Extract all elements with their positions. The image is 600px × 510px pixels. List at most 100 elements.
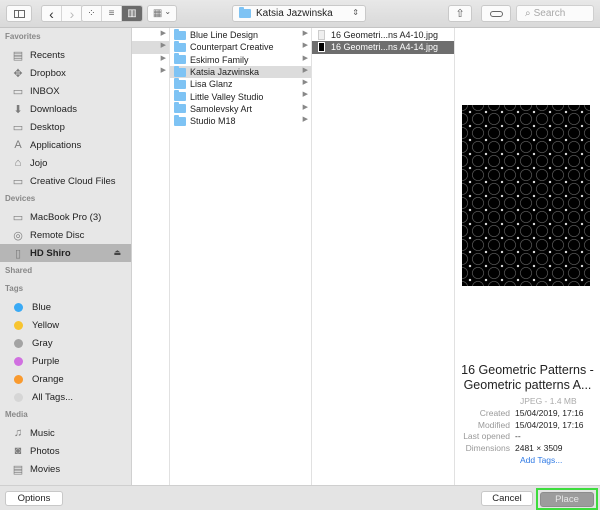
applications-icon: A (14, 139, 22, 151)
music-icon: ♫ (13, 427, 23, 439)
preview-title: 16 Geometric Patterns - Geometric patter… (461, 363, 594, 392)
list-view-button[interactable]: ≡ (102, 6, 122, 21)
nav-buttons: ‹ › (41, 5, 83, 22)
sidebar-item-applications[interactable]: A Applications (0, 136, 131, 154)
sidebar-item-music[interactable]: ♫ Music (0, 424, 131, 442)
camera-icon: ◙ (14, 445, 22, 457)
file-row[interactable]: 16 Geometri...ns A4-10.jpg (312, 29, 454, 41)
file-row[interactable]: 16 Geometri...ns A4-14.jpg (312, 41, 454, 54)
sidebar-item-remote-disc[interactable]: ◎ Remote Disc (0, 226, 131, 244)
sidebar-section-shared: Shared (5, 266, 33, 275)
sidebar-item-label: Orange (32, 373, 64, 385)
chevron-left-icon: ‹ (49, 5, 54, 22)
tag-icon (489, 10, 503, 17)
sidebar-item-label: INBOX (30, 85, 60, 97)
sidebar-section-favorites: Favorites (5, 32, 41, 41)
list-item[interactable]: ▶ (132, 66, 169, 78)
cancel-button[interactable]: Cancel (481, 491, 533, 506)
sidebar-item-yellow[interactable]: Yellow (0, 316, 131, 334)
path-popup[interactable]: Katsia Jazwinska ⇕ (232, 5, 366, 22)
sidebar-item-hd-shiro[interactable]: ▯ HD Shiro ⏏ (0, 244, 131, 262)
search-field[interactable]: ⌕ (516, 5, 594, 22)
list-item[interactable]: ▶ (132, 41, 169, 54)
tag-button[interactable] (481, 5, 511, 22)
column-folders: Blue Line Design ▶ Counterpart Creative ▶ Es… (170, 28, 312, 485)
column-view-icon: ▥ (127, 8, 137, 19)
column-files: 16 Geometri...ns A4-10.jpg 16 Geometri...… (312, 28, 455, 485)
sidebar-item-all-tags[interactable]: All Tags... (0, 388, 131, 406)
column-view-button[interactable]: ▥ (122, 6, 142, 21)
sidebar-item-label: MacBook Pro (3) (30, 211, 102, 223)
arrange-button[interactable]: ▦ ⌄ (147, 5, 177, 22)
sidebar-item-label: Creative Cloud Files (30, 175, 116, 187)
back-button[interactable]: ‹ (42, 6, 62, 21)
sidebar-item-dropbox[interactable]: ✥ Dropbox (0, 64, 131, 82)
metadata-row: Last opened -- (455, 431, 600, 443)
folder-name: Lisa Glanz (190, 79, 233, 90)
folder-row[interactable]: Little Valley Studio ▶ (170, 90, 311, 102)
folder-row[interactable]: Eskimo Family ▶ (170, 53, 311, 66)
toolbar: ‹ › ⁘ ≡ ▥ ▦ ⌄ Katsia Jazwinska ⇕ ⇧ ⌕ (0, 0, 600, 28)
sidebar-item-macbook-pro-3[interactable]: ▭ MacBook Pro (3) (0, 208, 131, 226)
icon-view-button[interactable]: ⁘ (82, 6, 102, 21)
sidebar-item-movies[interactable]: ▤ Movies (0, 460, 131, 478)
view-mode-segment: ⁘ ≡ ▥ (81, 5, 143, 22)
file-name: 16 Geometri...ns A4-14.jpg (331, 42, 439, 53)
sidebar-toggle-button[interactable] (6, 5, 32, 22)
sidebar-item-inbox[interactable]: ▭ INBOX (0, 82, 131, 100)
sidebar-item-jojo[interactable]: ⌂ Jojo (0, 154, 131, 172)
sidebar-item-orange[interactable]: Orange (0, 370, 131, 388)
eject-icon[interactable]: ⏏ (113, 248, 121, 257)
grid-icon: ▦ (152, 8, 163, 19)
folder-row[interactable]: Samolevsky Art ▶ (170, 102, 311, 115)
list-item[interactable]: ▶ (132, 29, 169, 41)
folder-name: Eskimo Family (190, 54, 249, 65)
sidebar-item-label: HD Shiro (30, 247, 71, 259)
disclosure-arrow-icon: ▶ (160, 30, 166, 37)
folder-row[interactable]: Blue Line Design ▶ (170, 28, 311, 41)
place-button[interactable]: Place (540, 491, 594, 507)
preview-metadata: Created 15/04/2019, 17:16 Modified 15/04/20… (455, 408, 600, 454)
folder-row[interactable]: Katsia Jazwinska ▶ (170, 65, 311, 79)
sidebar-item-label: Jojo (30, 157, 48, 169)
sidebar-item-recents[interactable]: ▤ Recents (0, 46, 131, 64)
folder-row[interactable]: Lisa Glanz ▶ (170, 77, 311, 90)
search-input[interactable] (533, 8, 584, 19)
share-button[interactable]: ⇧ (448, 5, 472, 22)
metadata-key: Created (479, 408, 510, 418)
sidebar-item-label: Remote Disc (30, 229, 85, 241)
folder-icon (174, 28, 186, 40)
add-tags-link[interactable]: Add Tags... (520, 455, 562, 465)
hard-drive-icon: ▯ (14, 247, 22, 260)
sidebar-item-label: Applications (30, 139, 82, 151)
forward-button[interactable]: › (62, 6, 82, 21)
folder-icon: ▭ (12, 175, 24, 188)
film-icon: ▤ (12, 463, 24, 476)
sidebar-item-creative-cloud-files[interactable]: ▭ Creative Cloud Files (0, 172, 131, 190)
sidebar-item-downloads[interactable]: ⬇ Downloads (0, 100, 131, 118)
disclosure-arrow-icon: ▶ (160, 54, 166, 62)
list-item[interactable]: ▶ (132, 54, 169, 66)
disc-icon: ◎ (13, 229, 23, 242)
metadata-value: 2481 × 3509 (515, 442, 563, 453)
tag-color-icon (14, 374, 23, 384)
list-view-icon: ≡ (108, 8, 115, 19)
sidebar-item-label: Recents (30, 49, 65, 61)
sidebar: Favorites ▤ Recents ✥ Dropbox ▭ INBOX ⬇ Download… (0, 28, 132, 485)
sidebar-item-gray[interactable]: Gray (0, 334, 131, 352)
metadata-key: Dimensions (465, 442, 510, 453)
folder-row[interactable]: Studio M18 ▶ (170, 114, 311, 127)
options-button[interactable]: Options (5, 491, 63, 506)
disclosure-arrow-icon: ▶ (302, 30, 308, 37)
sidebar-item-photos[interactable]: ◙ Photos (0, 442, 131, 460)
sidebar-item-blue[interactable]: Blue (0, 298, 131, 316)
folder-row[interactable]: Counterpart Creative ▶ (170, 40, 311, 53)
disclosure-arrow-icon: ▶ (302, 91, 308, 99)
preview-kind: JPEG - 1.4 MB (520, 396, 577, 406)
folder-icon (174, 53, 186, 65)
preview-pane: 16 Geometric Patterns - Geometric patter… (455, 28, 600, 485)
metadata-key: Modified (477, 419, 510, 430)
sidebar-item-purple[interactable]: Purple (0, 352, 131, 370)
sidebar-item-desktop[interactable]: ▭ Desktop (0, 118, 131, 136)
folder-name: Katsia Jazwinska (190, 67, 260, 78)
